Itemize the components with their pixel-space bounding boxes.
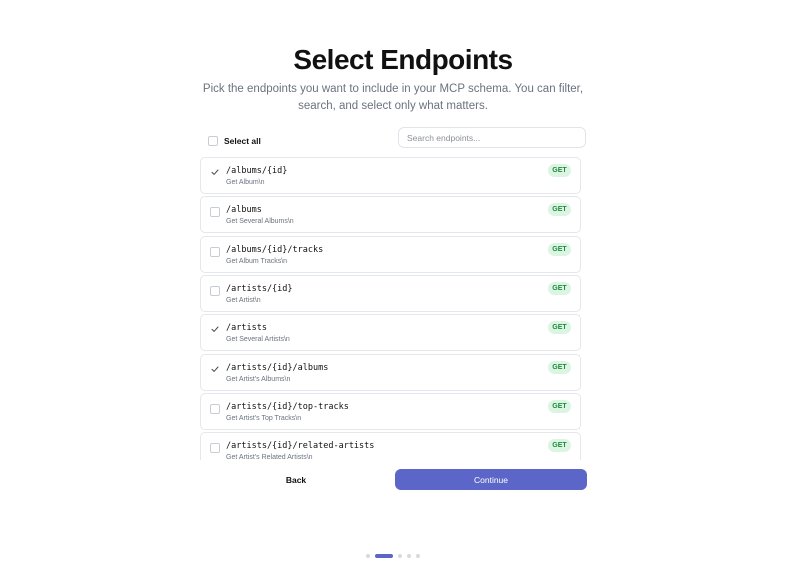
endpoint-description: Get Several Artists\n — [226, 336, 290, 343]
method-badge: GET — [548, 282, 571, 295]
endpoint-description: Get Artist's Albums\n — [226, 376, 291, 383]
method-badge: GET — [548, 400, 571, 413]
endpoint-checkbox-box[interactable] — [210, 286, 220, 296]
endpoint-card[interactable]: /artists/{id} Get Artist\n GET — [200, 275, 581, 312]
endpoint-list[interactable]: /albums/{id} Get Album\n GET /albums Get… — [200, 157, 581, 460]
endpoint-description: Get Album\n — [226, 179, 265, 186]
endpoint-path: /artists/{id}/related-artists — [226, 441, 375, 451]
progress-dots — [366, 553, 420, 558]
check-icon — [211, 366, 219, 372]
method-badge: GET — [548, 203, 571, 216]
method-badge: GET — [548, 321, 571, 334]
endpoint-checkbox[interactable] — [210, 168, 220, 178]
endpoint-description: Get Artist's Top Tracks\n — [226, 415, 302, 422]
endpoint-checkbox-box[interactable] — [210, 207, 220, 217]
endpoint-checkbox[interactable] — [210, 286, 220, 296]
progress-dot — [416, 553, 420, 558]
select-all-label: Select all — [224, 136, 261, 146]
endpoint-path: /albums/{id} — [226, 166, 288, 176]
endpoint-description: Get Several Albums\n — [226, 218, 294, 225]
method-badge: GET — [548, 361, 571, 374]
endpoint-checkbox[interactable] — [210, 365, 220, 375]
endpoint-checkbox-box[interactable] — [210, 443, 220, 453]
check-icon — [211, 326, 219, 332]
endpoint-card[interactable]: /artists Get Several Artists\n GET — [200, 314, 581, 351]
select-all-box[interactable] — [208, 136, 218, 146]
progress-dot-active — [375, 553, 393, 558]
endpoint-checkbox[interactable] — [210, 207, 220, 217]
select-all-checkbox[interactable]: Select all — [208, 136, 261, 146]
progress-dot — [398, 553, 402, 558]
endpoint-card[interactable]: /albums/{id}/tracks Get Album Tracks\n G… — [200, 236, 581, 273]
endpoint-card[interactable]: /albums/{id} Get Album\n GET — [200, 157, 581, 194]
page-subtitle: Pick the endpoints you want to include i… — [202, 83, 584, 112]
back-button[interactable]: Back — [200, 469, 392, 490]
page-title: Select Endpoints — [293, 44, 513, 75]
endpoint-description: Get Artist's Related Artists\n — [226, 454, 313, 460]
endpoint-checkbox[interactable] — [210, 247, 220, 257]
endpoint-checkbox-box[interactable] — [210, 247, 220, 257]
method-badge: GET — [548, 243, 571, 256]
progress-dot — [366, 553, 370, 558]
endpoint-card[interactable]: /albums Get Several Albums\n GET — [200, 196, 581, 233]
check-icon — [211, 169, 219, 175]
endpoint-path: /artists/{id}/top-tracks — [226, 402, 349, 412]
continue-button[interactable]: Continue — [395, 469, 587, 490]
method-badge: GET — [548, 439, 571, 452]
endpoint-path: /artists/{id}/albums — [226, 363, 329, 373]
endpoint-description: Get Album Tracks\n — [226, 258, 288, 265]
endpoint-checkbox-box[interactable] — [210, 404, 220, 414]
endpoint-checkbox[interactable] — [210, 325, 220, 335]
endpoint-checkbox[interactable] — [210, 404, 220, 414]
endpoint-card[interactable]: /artists/{id}/top-tracks Get Artist's To… — [200, 393, 581, 430]
progress-dot — [407, 553, 411, 558]
endpoint-path: /artists/{id} — [226, 284, 293, 294]
select-endpoints-page: Select Endpoints Pick the endpoints you … — [0, 0, 806, 566]
endpoint-checkbox[interactable] — [210, 443, 220, 453]
endpoint-path: /albums — [226, 205, 262, 215]
endpoint-description: Get Artist\n — [226, 297, 261, 304]
endpoint-card[interactable]: /artists/{id}/albums Get Artist's Albums… — [200, 354, 581, 391]
endpoint-path: /artists — [226, 323, 267, 333]
endpoint-card[interactable]: /artists/{id}/related-artists Get Artist… — [200, 432, 581, 460]
method-badge: GET — [548, 164, 571, 177]
endpoint-path: /albums/{id}/tracks — [226, 245, 324, 255]
search-input[interactable] — [398, 127, 586, 148]
